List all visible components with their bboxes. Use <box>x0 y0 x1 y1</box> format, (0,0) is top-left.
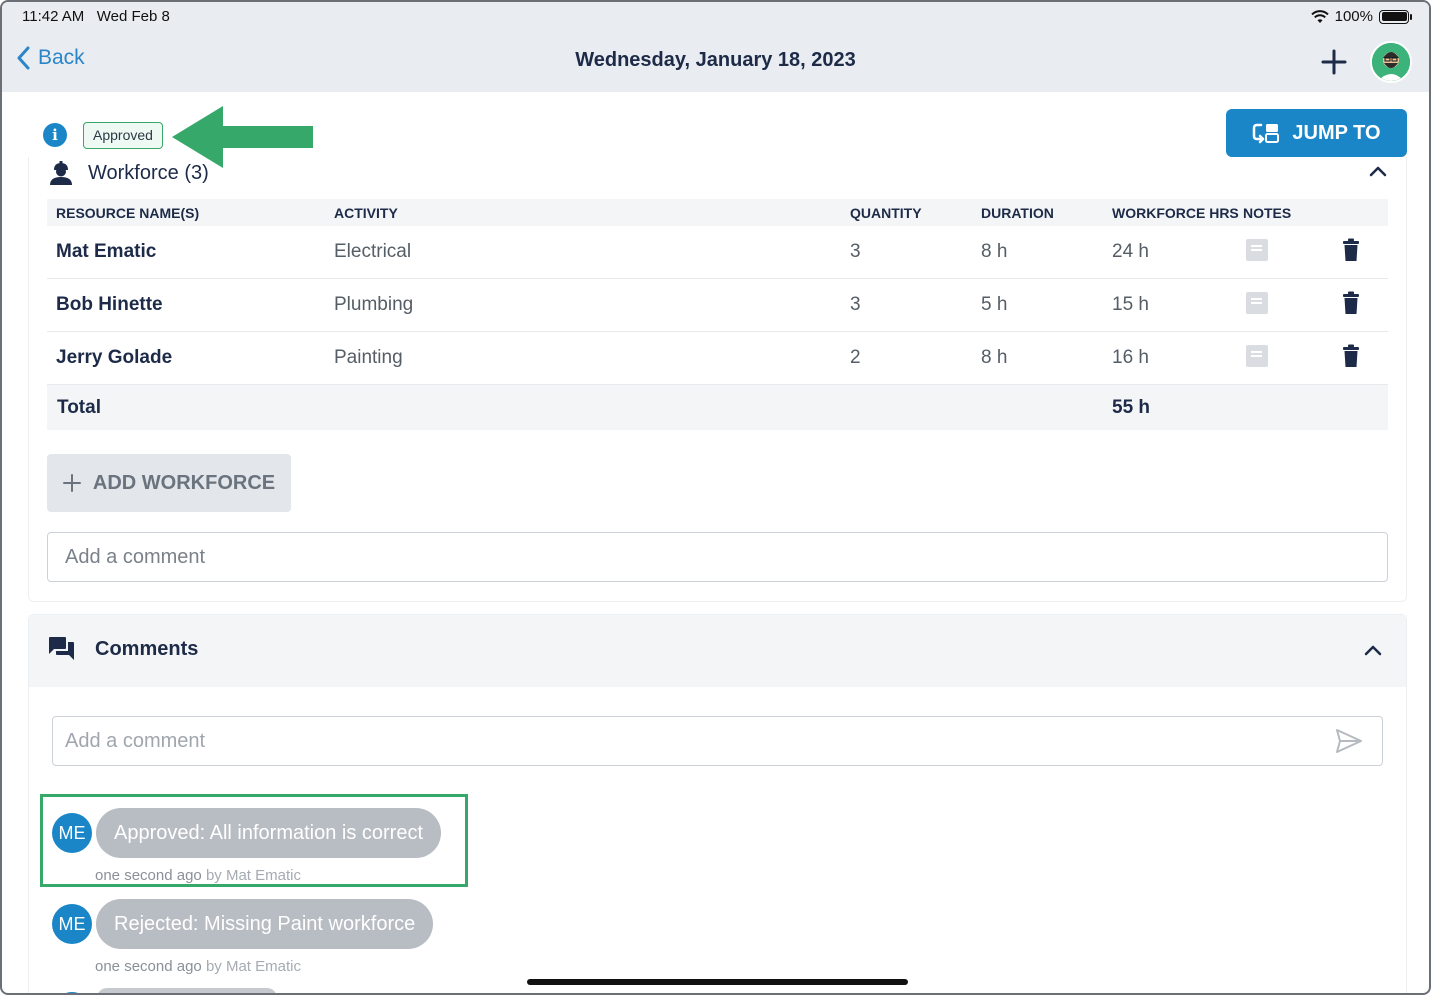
add-workforce-button[interactable]: ADD WORKFORCE <box>47 454 291 512</box>
trash-icon[interactable] <box>1342 238 1360 262</box>
note-icon[interactable] <box>1246 292 1268 314</box>
col-notes: NOTES <box>1243 205 1292 221</box>
page-title: Wednesday, January 18, 2023 <box>575 49 856 71</box>
jump-to-label: JUMP TO <box>1292 121 1381 144</box>
battery-icon <box>1379 9 1412 24</box>
workforce-title: Workforce (3) <box>88 161 209 184</box>
status-badge: Approved <box>83 122 163 149</box>
chevron-up-icon[interactable] <box>1364 644 1382 656</box>
activity: Plumbing <box>334 294 414 315</box>
comment-bubble[interactable]: Approved: All information is correct <box>96 808 442 858</box>
wifi-icon <box>1310 9 1329 23</box>
table-row[interactable]: Bob Hinette Plumbing 3 5 h 15 h <box>47 279 1388 332</box>
comments-title: Comments <box>95 637 199 660</box>
comment-avatar: ME <box>52 904 92 944</box>
chat-icon <box>49 637 74 660</box>
workforce-hours: 16 h <box>1112 347 1149 368</box>
worker-icon <box>50 161 72 185</box>
plus-icon <box>62 474 81 492</box>
comment-author: by Mat Ematic <box>205 867 301 884</box>
note-icon[interactable] <box>1246 345 1268 367</box>
app-window: 11:42 AM Wed Feb 8 100% Back Wednesday, … <box>0 0 1431 995</box>
send-icon[interactable] <box>1335 728 1363 754</box>
resource-name: Bob Hinette <box>56 294 163 315</box>
comment-author: by Mat Ematic <box>205 958 301 975</box>
status-time: 11:42 AM Wed Feb 8 <box>22 8 170 25</box>
jump-icon <box>1253 123 1280 144</box>
comment-meta: one second ago by Mat Ematic <box>95 958 301 975</box>
comments-title-row: Comments <box>48 636 198 662</box>
trash-icon[interactable] <box>1342 344 1360 368</box>
resource-name: Jerry Golade <box>56 347 173 368</box>
col-activity: ACTIVITY <box>334 205 398 221</box>
duration: 8 h <box>981 241 1008 262</box>
comment-avatar: ME <box>52 813 92 853</box>
activity: Painting <box>334 347 403 368</box>
workforce-header[interactable]: Workforce (3) <box>48 160 209 186</box>
workforce-table: RESOURCE NAME(S) ACTIVITY QUANTITY DURAT… <box>47 199 1388 430</box>
comment-time: one second ago <box>95 867 202 884</box>
comments-header[interactable] <box>29 615 1406 687</box>
chevron-up-icon[interactable] <box>1369 165 1387 177</box>
clock-date: Wed Feb 8 <box>96 8 170 25</box>
workforce-hours: 24 h <box>1112 241 1149 262</box>
comment-time: one second ago <box>95 958 202 975</box>
home-indicator[interactable] <box>527 979 908 985</box>
table-row[interactable]: Jerry Golade Painting 2 8 h 16 h <box>47 332 1388 385</box>
user-avatar-icon <box>1372 43 1410 81</box>
col-duration: DURATION <box>981 205 1054 221</box>
comment-bubble[interactable]: Rejected: Missing Paint workforce <box>96 899 434 949</box>
col-hours: WORKFORCE HRS <box>1112 205 1239 221</box>
trash-icon[interactable] <box>1342 291 1360 315</box>
total-row: Total 55 h <box>47 385 1388 430</box>
total-hours: 55 h <box>1112 397 1151 418</box>
info-icon[interactable]: i <box>43 123 67 147</box>
jump-to-button[interactable]: JUMP TO <box>1226 109 1407 157</box>
duration: 5 h <box>981 294 1008 315</box>
user-avatar[interactable] <box>1370 41 1412 83</box>
comment-bubble-partial <box>97 988 277 993</box>
battery-percent: 100% <box>1334 8 1373 25</box>
workforce-comment-input[interactable] <box>47 532 1388 582</box>
quantity: 3 <box>850 241 861 262</box>
comment-meta: one second ago by Mat Ematic <box>95 867 301 884</box>
quantity: 2 <box>850 347 861 368</box>
add-icon[interactable] <box>1318 46 1350 78</box>
activity: Electrical <box>334 241 412 262</box>
status-indicators: 100% <box>1310 8 1412 25</box>
resource-name: Mat Ematic <box>56 241 157 262</box>
add-workforce-label: ADD WORKFORCE <box>92 471 276 494</box>
clock-time: 11:42 AM <box>22 8 85 25</box>
col-quantity: QUANTITY <box>850 205 922 221</box>
top-bar: 11:42 AM Wed Feb 8 100% Back Wednesday, … <box>2 2 1429 92</box>
note-icon[interactable] <box>1246 239 1268 261</box>
table-header: RESOURCE NAME(S) ACTIVITY QUANTITY DURAT… <box>47 199 1388 226</box>
table-row[interactable]: Mat Ematic Electrical 3 8 h 24 h <box>47 226 1388 279</box>
duration: 8 h <box>981 347 1008 368</box>
workforce-hours: 15 h <box>1112 294 1149 315</box>
comment-input[interactable] <box>52 716 1383 766</box>
quantity: 3 <box>850 294 861 315</box>
col-resource: RESOURCE NAME(S) <box>56 205 200 221</box>
total-label: Total <box>57 397 101 418</box>
